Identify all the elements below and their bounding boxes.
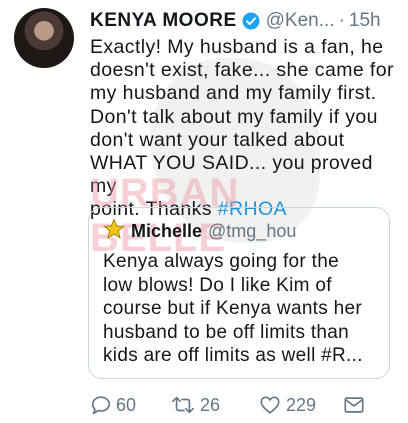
quoted-tweet-header: Michelle @tmg_hou bbox=[103, 218, 296, 245]
header-separator: · bbox=[338, 10, 345, 31]
retweet-count: 26 bbox=[200, 394, 221, 415]
tweet-text-line: Exactly! My husband is a fan, he bbox=[90, 36, 384, 58]
tweet-text-line: WHAT YOU SAID... you proved my bbox=[90, 152, 373, 198]
reply-count: 60 bbox=[116, 394, 137, 415]
retweet-icon bbox=[170, 394, 196, 416]
reply-icon bbox=[90, 394, 112, 416]
envelope-icon bbox=[342, 394, 366, 416]
tweet-text-line: my husband and my family first. bbox=[90, 82, 377, 105]
quoted-text-line: husband to be off limits than bbox=[103, 321, 350, 343]
quoted-tweet-text: Kenya always going for the low blows! Do… bbox=[103, 250, 383, 368]
author-name[interactable]: KENYA MOORE bbox=[90, 10, 237, 32]
tweet-text-line: don't want your talked about bbox=[90, 128, 345, 151]
quoted-author-handle: @tmg_hou bbox=[208, 221, 297, 241]
retweet-button[interactable]: 26 bbox=[170, 394, 220, 416]
like-count: 229 bbox=[286, 394, 317, 415]
quoted-text-line: course but if Kenya wants her bbox=[103, 298, 363, 319]
verified-badge-icon bbox=[242, 12, 260, 30]
like-button[interactable]: 229 bbox=[258, 394, 316, 416]
quoted-author-name: Michelle bbox=[131, 221, 203, 241]
quoted-text-line: Kenya always going for the bbox=[103, 251, 339, 272]
heart-icon bbox=[258, 394, 282, 416]
tweet-text-line: Don't talk about my family if you bbox=[90, 105, 378, 128]
tweet-text-line: doesn't exist, fake... she came for bbox=[90, 59, 394, 82]
tweet-timestamp[interactable]: 15h bbox=[349, 10, 381, 32]
quoted-text-line: kids are off limits as well #R... bbox=[103, 345, 363, 366]
star-avatar-icon bbox=[103, 218, 125, 245]
tweet-actions-bar: 60 26 229 bbox=[90, 392, 380, 418]
quoted-tweet-card[interactable]: Michelle @tmg_hou Kenya always going for… bbox=[88, 207, 390, 379]
direct-message-button[interactable] bbox=[342, 394, 366, 416]
author-handle[interactable]: @Ken... bbox=[266, 10, 335, 32]
author-avatar[interactable] bbox=[14, 8, 74, 68]
quoted-text-line: low blows! Do I like Kim of bbox=[103, 274, 332, 296]
reply-button[interactable]: 60 bbox=[90, 394, 136, 416]
tweet-header: KENYA MOORE @Ken... · 15h bbox=[90, 8, 400, 34]
tweet-text: Exactly! My husband is a fan, he doesn't… bbox=[90, 36, 402, 222]
